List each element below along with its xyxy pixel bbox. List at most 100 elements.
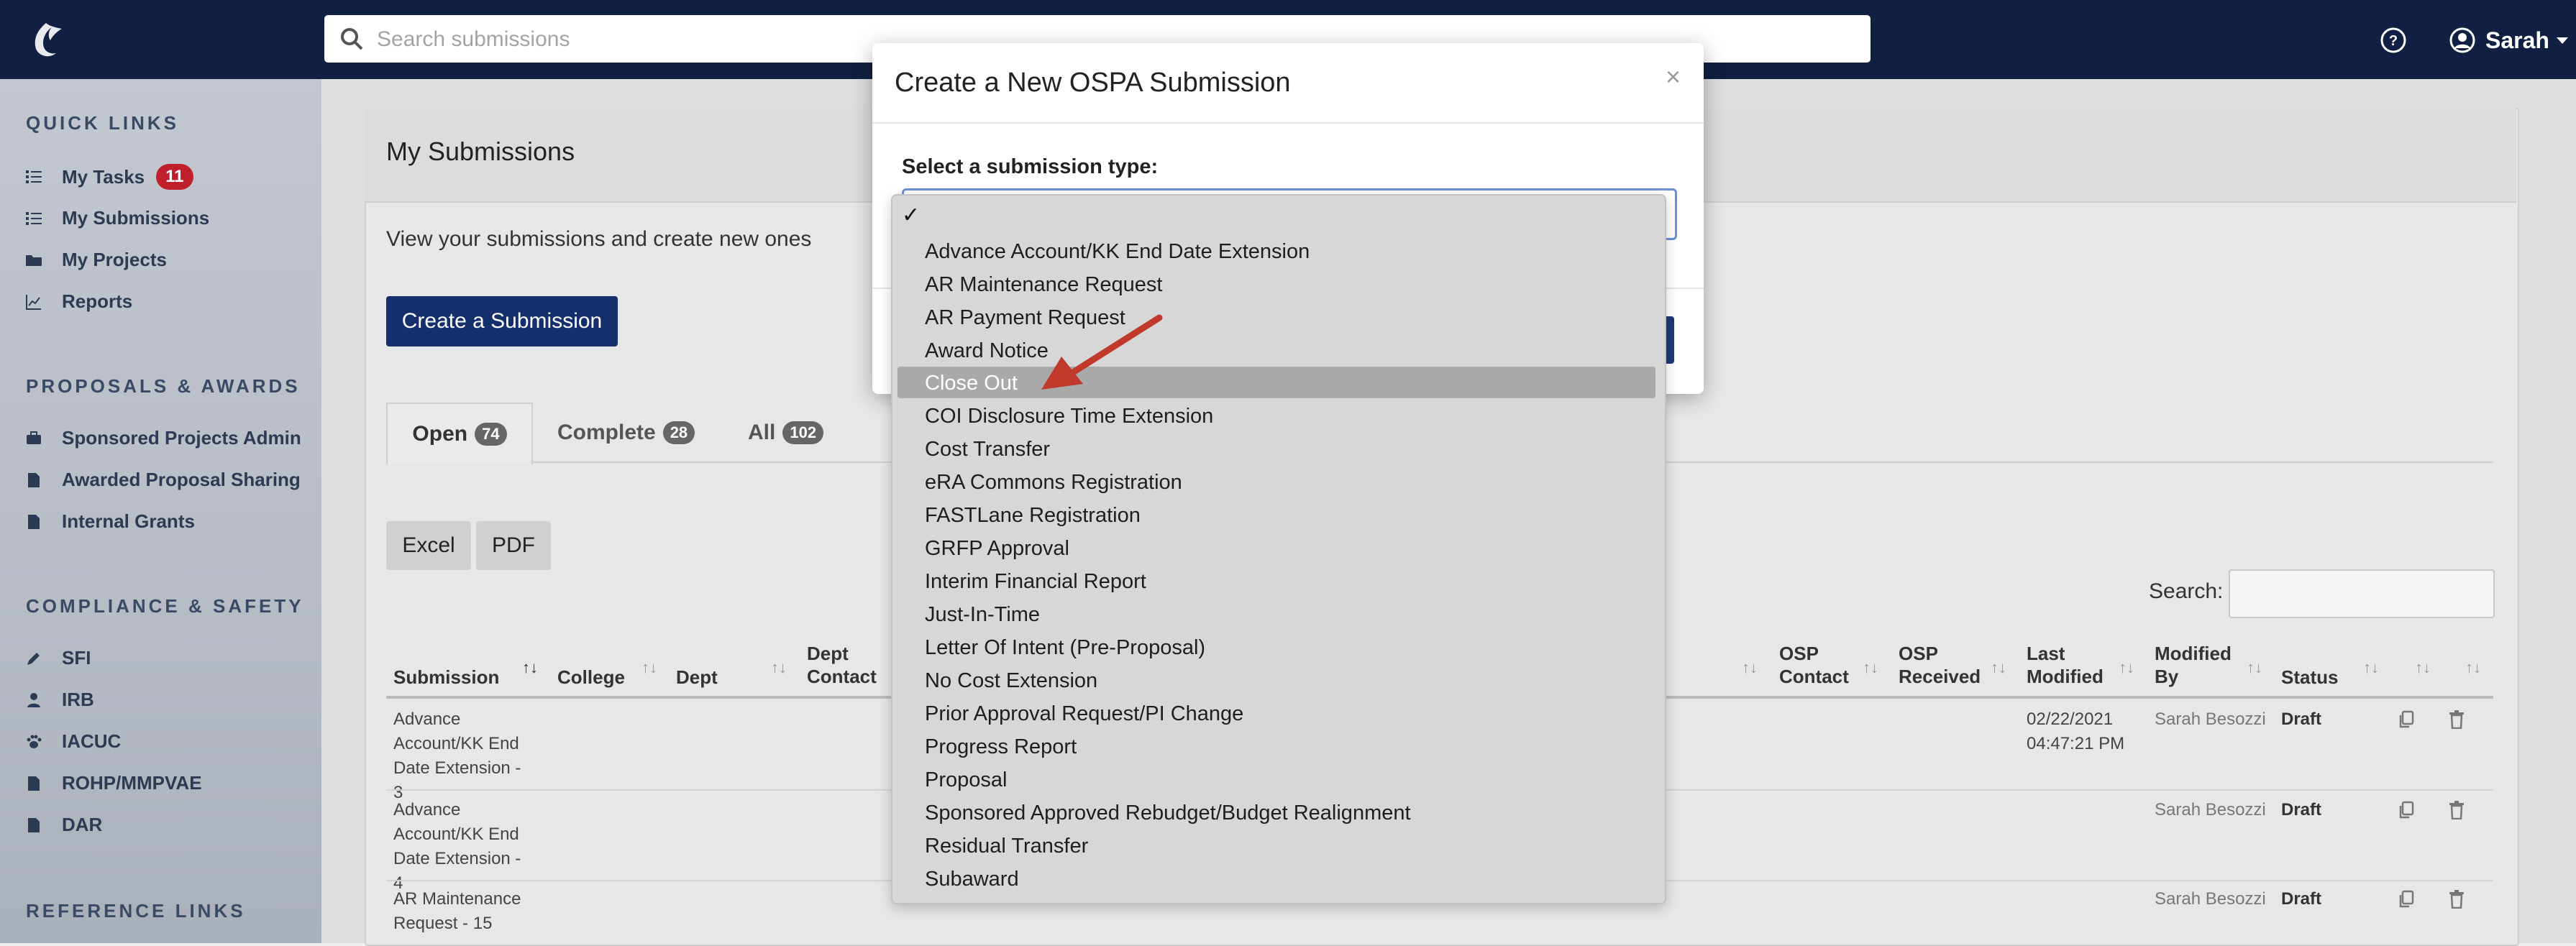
column-header-college[interactable]: College — [557, 666, 625, 689]
cell-status: Draft — [2281, 710, 2322, 729]
column-header-submission[interactable]: Submission — [393, 666, 499, 689]
sort-icon[interactable]: ↑↓ — [2465, 658, 2481, 677]
briefcase-icon — [27, 431, 41, 444]
sidebar-heading: PROPOSALS & AWARDS — [26, 375, 301, 397]
option-proposal[interactable]: Proposal — [925, 764, 1007, 796]
close-icon[interactable]: × — [1666, 62, 1681, 92]
edit-icon — [27, 652, 40, 665]
option-just-in-time[interactable]: Just-In-Time — [925, 599, 1040, 630]
column-header-dept-contact[interactable]: Dept Contact — [807, 642, 893, 688]
option-letter-of-intent[interactable]: Letter Of Intent (Pre-Proposal) — [925, 632, 1205, 663]
submission-type-label: Select a submission type: — [902, 155, 1159, 178]
trash-icon[interactable] — [2449, 801, 2465, 819]
sort-icon[interactable]: ↑↓ — [522, 658, 538, 677]
sidebar-item-reports[interactable]: Reports — [26, 290, 132, 313]
document-icon — [28, 776, 40, 791]
tab-label: Complete — [557, 421, 656, 444]
option-subaward[interactable]: Subaward — [925, 863, 1019, 895]
option-prior-approval[interactable]: Prior Approval Request/PI Change — [925, 698, 1243, 730]
column-header-osp-received[interactable]: OSP Received — [1899, 642, 1992, 688]
option-progress-report[interactable]: Progress Report — [925, 731, 1077, 763]
sidebar-item-internal-grants[interactable]: Internal Grants — [26, 510, 195, 533]
tab-count-badge: 102 — [782, 421, 824, 444]
option-coi-disclosure[interactable]: COI Disclosure Time Extension — [925, 400, 1213, 432]
sort-icon[interactable]: ↑↓ — [2363, 658, 2379, 677]
sidebar-item-label: My Projects — [62, 249, 167, 270]
chart-icon — [26, 294, 41, 310]
copy-icon[interactable] — [2398, 801, 2414, 819]
sort-icon[interactable]: ↑↓ — [771, 658, 787, 677]
sidebar-heading: REFERENCE LINKS — [26, 900, 246, 922]
sidebar-item-label: DAR — [62, 814, 103, 835]
option-award-notice[interactable]: Award Notice — [925, 335, 1049, 367]
copy-icon[interactable] — [2398, 890, 2414, 909]
sort-icon[interactable]: ↑↓ — [1863, 658, 1878, 677]
column-header-status[interactable]: Status — [2281, 666, 2338, 689]
user-menu[interactable]: Sarah — [2448, 24, 2568, 56]
sort-icon[interactable]: ↑↓ — [1742, 658, 1758, 677]
option-residual-transfer[interactable]: Residual Transfer — [925, 830, 1088, 862]
sort-icon[interactable]: ↑↓ — [1991, 658, 2006, 677]
option-ar-maintenance-request[interactable]: AR Maintenance Request — [925, 269, 1162, 300]
sidebar-heading: COMPLIANCE & SAFETY — [26, 595, 304, 617]
modal-title: Create a New OSPA Submission — [895, 68, 1291, 98]
sidebar-item-iacuc[interactable]: IACUC — [26, 730, 121, 753]
copy-icon[interactable] — [2398, 710, 2414, 729]
sidebar-item-sponsored-projects-admin[interactable]: Sponsored Projects Admin — [26, 427, 301, 449]
column-header-dept[interactable]: Dept — [676, 666, 718, 689]
sidebar-item-awarded-proposal-sharing[interactable]: Awarded Proposal Sharing — [26, 469, 301, 491]
svg-text:?: ? — [2389, 33, 2398, 49]
sidebar-item-my-projects[interactable]: My Projects — [26, 249, 167, 271]
option-cost-transfer[interactable]: Cost Transfer — [925, 433, 1050, 465]
sort-icon[interactable]: ↑↓ — [641, 658, 657, 677]
user-icon — [2449, 27, 2475, 53]
export-pdf-button[interactable]: PDF — [476, 521, 551, 570]
sidebar-heading: QUICK LINKS — [26, 112, 179, 134]
sidebar-item-rohp-mmpvae[interactable]: ROHP/MMPVAE — [26, 772, 202, 794]
option-interim-financial-report[interactable]: Interim Financial Report — [925, 566, 1146, 597]
sort-icon[interactable]: ↑↓ — [2247, 658, 2262, 677]
trash-icon[interactable] — [2449, 890, 2465, 909]
option-advance-account[interactable]: Advance Account/KK End Date Extension — [925, 236, 1310, 267]
column-header-last-modified[interactable]: Last Modified — [2027, 642, 2113, 688]
sidebar-item-label: ROHP/MMPVAE — [62, 772, 202, 794]
option-close-out[interactable]: Close Out — [925, 367, 1018, 399]
folder-icon — [26, 254, 42, 266]
sort-icon[interactable]: ↑↓ — [2415, 658, 2431, 677]
sidebar-item-sfi[interactable]: SFI — [26, 647, 91, 669]
column-header-osp-contact[interactable]: OSP Contact — [1779, 642, 1858, 688]
option-grfp-approval[interactable]: GRFP Approval — [925, 533, 1069, 564]
cell-modified-by: Sarah Besozzi — [2155, 800, 2266, 819]
list-icon — [26, 211, 42, 225]
option-no-cost-extension[interactable]: No Cost Extension — [925, 665, 1097, 697]
sidebar-item-label: SFI — [62, 647, 91, 669]
tab-label: Open — [412, 422, 468, 446]
table-search-input[interactable] — [2229, 569, 2495, 618]
help-icon[interactable]: ? — [2379, 26, 2408, 55]
sidebar-item-my-submissions[interactable]: My Submissions — [26, 207, 209, 229]
cell-submission[interactable]: AR Maintenance Request - 15 — [393, 887, 537, 936]
tab-all[interactable]: All 102 — [748, 403, 824, 463]
sort-icon[interactable]: ↑↓ — [2119, 658, 2134, 677]
document-icon — [28, 514, 40, 529]
checkmark-icon: ✓ — [902, 203, 921, 227]
sidebar-item-irb[interactable]: IRB — [26, 689, 94, 711]
export-excel-button[interactable]: Excel — [386, 521, 471, 570]
tab-open[interactable]: Open 74 — [386, 403, 533, 464]
logo-icon[interactable] — [27, 20, 65, 60]
option-fastlane[interactable]: FASTLane Registration — [925, 500, 1141, 531]
document-icon — [28, 472, 40, 487]
cell-last-modified: 02/22/2021 04:47:21 PM — [2027, 710, 2125, 753]
sidebar-item-dar[interactable]: DAR — [26, 814, 102, 836]
trash-icon[interactable] — [2449, 710, 2465, 729]
option-era-commons[interactable]: eRA Commons Registration — [925, 467, 1182, 498]
column-header-modified-by[interactable]: Modified By — [2155, 642, 2241, 688]
cell-modified-by: Sarah Besozzi — [2155, 889, 2266, 909]
sidebar-item-my-tasks[interactable]: My Tasks 11 — [26, 164, 193, 190]
option-rebudget[interactable]: Sponsored Approved Rebudget/Budget Reali… — [925, 797, 1411, 829]
sidebar-item-label: IRB — [62, 689, 94, 710]
tab-complete[interactable]: Complete 28 — [557, 403, 695, 463]
user-name: Sarah — [2485, 27, 2549, 53]
tab-label: All — [748, 421, 776, 444]
create-submission-button[interactable]: Create a Submission — [386, 296, 618, 346]
